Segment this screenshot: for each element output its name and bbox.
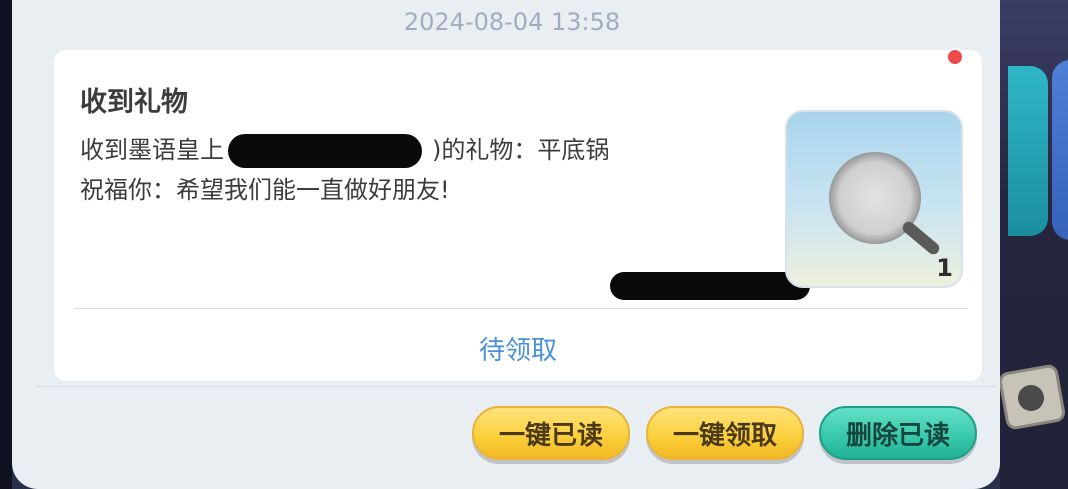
gift-item-tile[interactable]: 1 bbox=[785, 110, 963, 288]
card-divider bbox=[74, 308, 968, 309]
message-line-1: 收到墨语皇上 )的礼物：平底锅 bbox=[80, 130, 609, 168]
mail-panel: 2024-08-04 13:58 收到礼物 收到墨语皇上 )的礼物：平底锅 祝福你… bbox=[12, 0, 1000, 489]
message-timestamp: 2024-08-04 13:58 bbox=[403, 8, 621, 36]
unread-dot bbox=[946, 48, 964, 66]
delete-read-button[interactable]: 删除已读 bbox=[819, 406, 977, 460]
claim-status-link[interactable]: 待领取 bbox=[54, 330, 982, 367]
redacted-name bbox=[228, 134, 422, 168]
message-title: 收到礼物 bbox=[80, 87, 188, 118]
item-count: 1 bbox=[936, 254, 953, 282]
mark-all-read-button[interactable]: 一键已读 bbox=[472, 406, 630, 460]
frying-pan-handle bbox=[900, 219, 942, 257]
left-backdrop bbox=[0, 0, 12, 489]
pig-icon bbox=[1018, 385, 1044, 411]
message-line-2: 祝福你：希望我们能一直做好朋友! bbox=[80, 176, 450, 204]
footer-divider bbox=[36, 386, 996, 387]
redacted-signature bbox=[610, 272, 810, 300]
claim-all-button[interactable]: 一键领取 bbox=[646, 406, 804, 460]
message-line-1-prefix: 收到墨语皇上 bbox=[80, 136, 224, 164]
message-card[interactable]: 收到礼物 收到墨语皇上 )的礼物：平底锅 祝福你：希望我们能一直做好朋友! 1 待… bbox=[54, 50, 982, 381]
backdrop-card-teal bbox=[1008, 66, 1048, 236]
game-scene-backdrop bbox=[997, 0, 1068, 489]
backdrop-card-blue bbox=[1052, 60, 1068, 240]
message-line-1-suffix: )的礼物：平底锅 bbox=[432, 136, 610, 164]
